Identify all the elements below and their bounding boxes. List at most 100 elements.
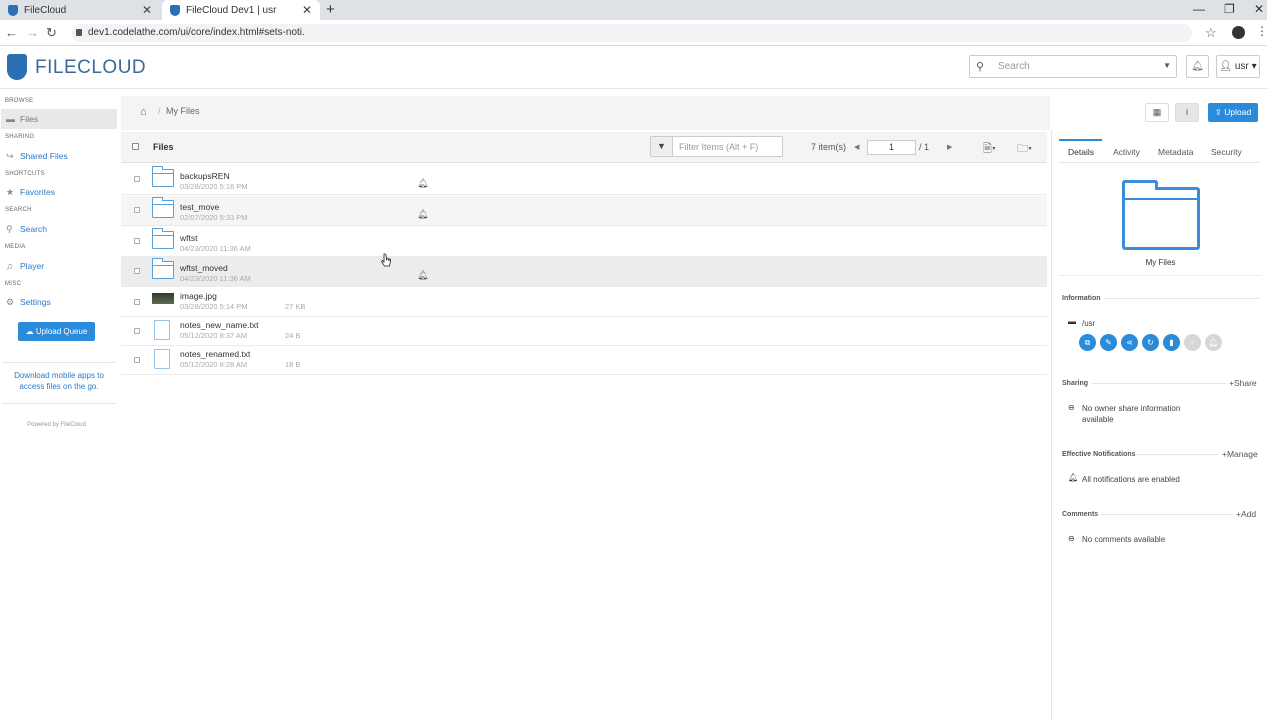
info-panel-button[interactable]: i <box>1175 103 1199 122</box>
select-all-checkbox[interactable] <box>132 143 139 150</box>
app-logo-text[interactable]: FILECLOUD <box>35 57 146 79</box>
browser-menu-icon[interactable]: ⋮ <box>1256 24 1267 38</box>
user-menu-button[interactable]: 👤︎ usr ▾ <box>1216 55 1260 78</box>
file-date: 04/23/2020 11:36 AM <box>180 244 251 253</box>
gear-icon: ⚙ <box>6 296 15 307</box>
breadcrumb-my-files[interactable]: My Files <box>166 106 200 116</box>
info-icon: i <box>1186 107 1188 117</box>
document-icon <box>154 349 170 369</box>
tab-security[interactable]: Security <box>1211 147 1242 157</box>
row-checkbox[interactable] <box>134 238 140 244</box>
new-tab-icon[interactable]: + <box>326 1 335 18</box>
file-name[interactable]: notes_renamed.txt <box>180 349 250 359</box>
minimize-icon[interactable]: — <box>1193 2 1205 16</box>
tab-metadata[interactable]: Metadata <box>1158 147 1193 157</box>
share-icon: ⋖ <box>1126 338 1133 347</box>
sharing-info-text: No owner share information available <box>1082 404 1181 424</box>
forward-icon[interactable]: → <box>26 25 39 40</box>
table-row[interactable]: wftst_moved 04/23/2020 11:36 AM 🔔︎ <box>121 257 1047 287</box>
url-text: dev1.codelathe.com/ui/core/index.html#se… <box>88 27 305 38</box>
add-comment-action[interactable]: +Add <box>1236 509 1256 519</box>
file-name[interactable]: wftst <box>180 233 197 243</box>
cloud-upload-icon: ☁ <box>25 327 34 336</box>
bell-icon: 🔔︎ <box>417 209 429 219</box>
large-folder-icon <box>1122 180 1200 250</box>
sidebar-section-misc: MISC <box>5 281 22 287</box>
sidebar-item-search[interactable]: ⚲ Search <box>1 219 117 239</box>
chevron-down-icon[interactable]: ▼ <box>1163 61 1171 70</box>
tab-activity[interactable]: Activity <box>1113 147 1140 157</box>
tab-details[interactable]: Details <box>1068 147 1094 157</box>
table-row[interactable]: test_move 02/07/2020 5:33 PM 🔔︎ <box>121 196 1047 226</box>
disabled-action-button[interactable]: ▫ <box>1184 334 1201 351</box>
bell-icon: 🔔︎ <box>417 270 429 280</box>
browser-tab-filecloud[interactable]: FileCloud ✕ <box>0 0 160 20</box>
copy-button[interactable]: ⧉ <box>1079 334 1096 351</box>
upload-button[interactable]: ⇪ Upload <box>1208 103 1258 122</box>
table-row[interactable]: backupsREN 03/28/2020 5:16 PM 🔔︎ <box>121 165 1047 195</box>
share-button[interactable]: ⋖ <box>1121 334 1138 351</box>
grid-icon: ▦ <box>1152 107 1162 117</box>
table-row[interactable]: image.jpg 03/28/2020 5:14 PM 27 KB <box>121 288 1047 317</box>
previous-page-icon[interactable]: ◀ <box>854 143 859 151</box>
row-checkbox[interactable] <box>134 176 140 182</box>
window-close-icon[interactable]: ✕ <box>1254 2 1264 16</box>
new-file-menu-icon[interactable]: 🗎︎▾ <box>983 140 996 159</box>
sync-button[interactable]: ↻ <box>1142 334 1159 351</box>
manage-notifications-action[interactable]: +Manage <box>1222 449 1258 459</box>
global-search-input[interactable]: ⚲ Search ▼ <box>969 55 1177 78</box>
row-checkbox[interactable] <box>134 328 140 334</box>
close-tab-icon[interactable]: ✕ <box>302 3 312 17</box>
row-checkbox[interactable] <box>134 268 140 274</box>
filter-input[interactable]: ▼ Filter Items (Alt + F) <box>650 136 783 157</box>
sidebar-item-player[interactable]: ♫ Player <box>1 256 117 276</box>
sidebar-item-favorites[interactable]: ★ Favorites <box>1 182 117 202</box>
add-share-action[interactable]: +Share <box>1229 378 1257 388</box>
sidebar-item-shared-files[interactable]: ↪ Shared Files <box>1 146 117 166</box>
pencil-icon: ✎ <box>1105 338 1112 347</box>
back-icon[interactable]: ← <box>5 25 18 40</box>
table-row[interactable]: wftst 04/23/2020 11:36 AM <box>121 227 1047 257</box>
upload-icon: ⇪ <box>1214 107 1222 117</box>
mobile-apps-link[interactable]: Download mobile apps to access files on … <box>2 362 116 404</box>
search-icon: ⚲ <box>6 223 13 234</box>
file-name[interactable]: wftst_moved <box>180 263 228 273</box>
home-icon[interactable]: ⌂ <box>140 106 147 118</box>
profile-icon[interactable] <box>1232 26 1245 39</box>
table-row[interactable]: notes_renamed.txt 05/12/2020 8:28 AM 18 … <box>121 346 1047 375</box>
close-tab-icon[interactable]: ✕ <box>142 3 152 17</box>
table-row[interactable]: notes_new_name.txt 05/12/2020 8:37 AM 24… <box>121 317 1047 346</box>
sidebar-section-browse: BROWSE <box>5 98 34 104</box>
reload-icon[interactable]: ↻ <box>46 25 57 41</box>
sidebar-item-files[interactable]: ▬ Files <box>1 109 117 129</box>
disabled-notify-button[interactable]: 🔔︎ <box>1205 334 1222 351</box>
row-checkbox[interactable] <box>134 357 140 363</box>
delete-button[interactable]: ▮ <box>1163 334 1180 351</box>
comments-title: Comments <box>1062 511 1099 518</box>
selected-folder-label: My Files <box>1145 258 1176 267</box>
file-name[interactable]: test_move <box>180 202 219 212</box>
upload-queue-button[interactable]: ☁ Upload Queue <box>18 322 95 341</box>
browser-tab-filecloud-dev1[interactable]: FileCloud Dev1 | usr ✕ <box>162 0 320 20</box>
restore-icon[interactable]: ❐ <box>1224 2 1235 16</box>
row-checkbox[interactable] <box>134 207 140 213</box>
sidebar-item-settings[interactable]: ⚙ Settings <box>1 292 117 312</box>
active-tab-indicator <box>1059 139 1102 141</box>
edit-button[interactable]: ✎ <box>1100 334 1117 351</box>
url-field[interactable]: dev1.codelathe.com/ui/core/index.html#se… <box>72 24 1192 42</box>
page-number-input[interactable]: 1 <box>867 140 916 155</box>
notifications-button[interactable]: 🔔︎ <box>1186 55 1209 78</box>
file-name[interactable]: backupsREN <box>180 171 230 181</box>
bookmark-star-icon[interactable]: ☆ <box>1205 25 1217 41</box>
browser-tab-label: FileCloud <box>24 4 67 16</box>
grid-view-button[interactable]: ▦ <box>1145 103 1169 122</box>
folder-path: /usr <box>1082 319 1096 328</box>
file-name[interactable]: notes_new_name.txt <box>180 320 258 330</box>
search-placeholder: Search <box>998 61 1030 72</box>
new-folder-menu-icon[interactable]: 🗀︎▾ <box>1017 140 1032 159</box>
next-page-icon[interactable]: ▶ <box>947 143 952 151</box>
filecloud-favicon-icon <box>8 4 18 16</box>
row-checkbox[interactable] <box>134 299 140 305</box>
filecloud-favicon-icon <box>170 4 180 16</box>
file-name[interactable]: image.jpg <box>180 291 217 301</box>
